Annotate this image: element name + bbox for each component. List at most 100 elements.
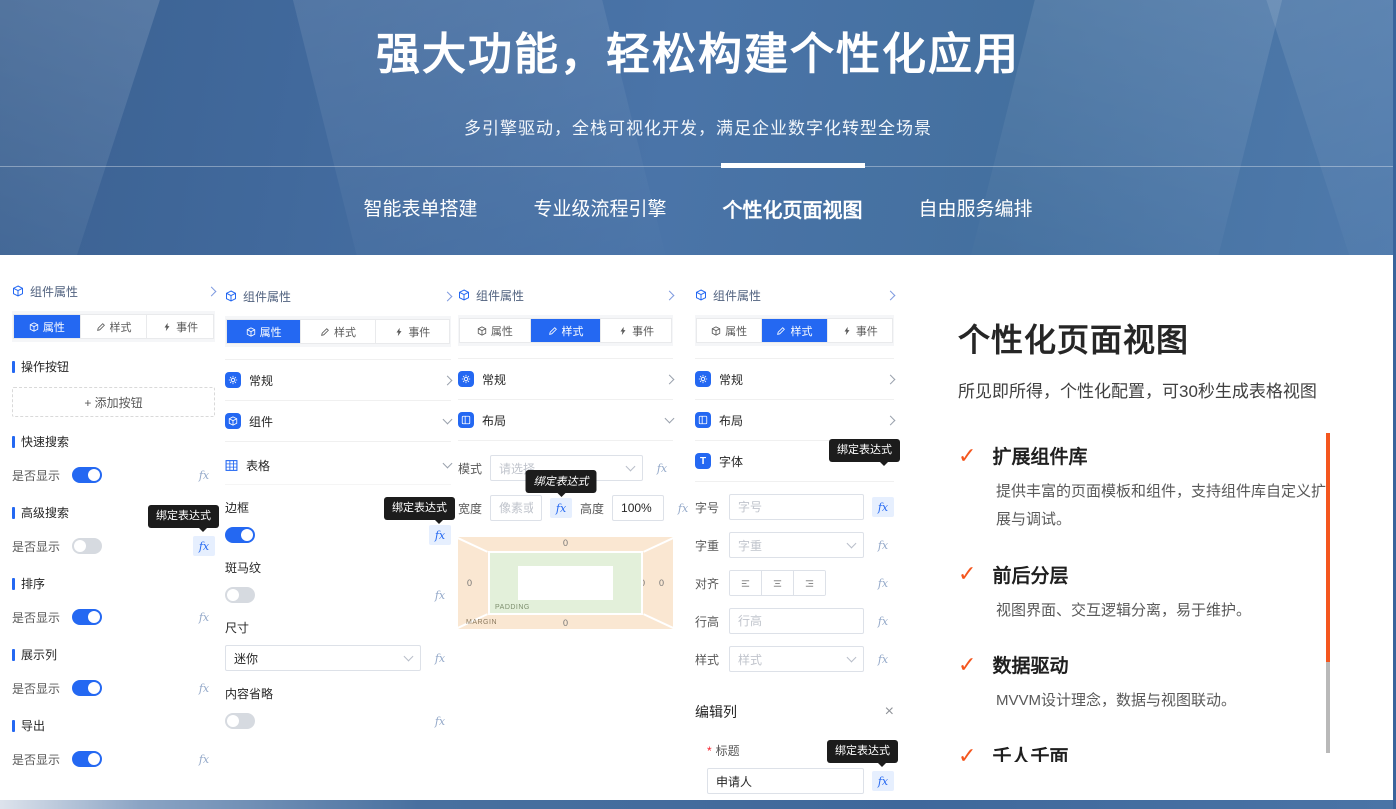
fx-label: fx bbox=[556, 502, 566, 515]
panel-header[interactable]: 组件属性 bbox=[225, 288, 451, 304]
font-weight-select[interactable]: 字重 bbox=[729, 532, 864, 558]
chevron-right-icon bbox=[207, 286, 217, 296]
group-general[interactable]: 常规 bbox=[225, 360, 451, 401]
fx-button[interactable]: fx bbox=[193, 749, 215, 769]
group-general[interactable]: 常规 bbox=[458, 359, 673, 400]
fx-button[interactable]: fx bbox=[193, 465, 215, 485]
fx-button[interactable]: fx bbox=[429, 648, 451, 668]
border-toggle[interactable] bbox=[225, 527, 255, 543]
panel-header[interactable]: 组件属性 bbox=[695, 287, 894, 303]
tab-style[interactable]: 样式 bbox=[531, 319, 602, 342]
tab-style[interactable]: 样式 bbox=[81, 315, 148, 338]
size-select-value: 迷你 bbox=[234, 650, 258, 667]
group-layout[interactable]: 布局 bbox=[458, 400, 673, 441]
tab-event[interactable]: 事件 bbox=[828, 319, 892, 342]
fx-button[interactable]: fx bbox=[193, 678, 215, 698]
group-layout[interactable]: 布局 bbox=[695, 400, 894, 441]
content-region bbox=[518, 566, 613, 600]
tab-event[interactable]: 事件 bbox=[601, 319, 671, 342]
scrollbar-thumb[interactable] bbox=[1326, 433, 1330, 662]
fx-button[interactable]: fx bbox=[872, 649, 894, 669]
style-select[interactable]: 样式 bbox=[729, 646, 864, 672]
group-font[interactable]: T 字体 绑定表达式 bbox=[695, 441, 894, 482]
tab-properties[interactable]: 属性 bbox=[14, 315, 81, 338]
fx-button[interactable]: fx bbox=[872, 535, 894, 555]
fx-button-active[interactable]: fx bbox=[872, 497, 894, 517]
ellipsis-toggle[interactable] bbox=[225, 713, 255, 729]
advanced-search-toggle[interactable] bbox=[72, 538, 102, 554]
columns-toggle[interactable] bbox=[72, 680, 102, 696]
fx-button[interactable]: fx bbox=[872, 573, 894, 593]
section-sort: 排序 bbox=[12, 575, 215, 592]
layout-icon bbox=[695, 412, 711, 428]
chevron-down-icon bbox=[626, 462, 636, 472]
diagonal-line bbox=[457, 537, 488, 553]
tab-smart-form[interactable]: 智能表单搭建 bbox=[361, 192, 479, 225]
tab-event[interactable]: 事件 bbox=[376, 320, 449, 343]
group-component[interactable]: 组件 bbox=[225, 401, 451, 442]
fx-button[interactable]: fx bbox=[872, 611, 894, 631]
tab-label: 事件 bbox=[632, 323, 654, 339]
margin-left-value[interactable]: 0 bbox=[467, 578, 472, 588]
font-weight-label: 字重 bbox=[695, 537, 721, 554]
font-weight-row: 字重 字重 fx bbox=[695, 532, 894, 558]
fx-button[interactable]: fx bbox=[429, 711, 451, 731]
fx-button[interactable]: fx bbox=[429, 585, 451, 605]
align-row: 对齐 fx bbox=[695, 570, 894, 596]
fx-button[interactable]: fx bbox=[193, 607, 215, 627]
height-input[interactable] bbox=[612, 495, 664, 521]
field-ellipsis: 内容省略 fx bbox=[225, 685, 451, 731]
tab-service-orchestration[interactable]: 自由服务编排 bbox=[917, 192, 1035, 225]
lightning-icon bbox=[618, 326, 628, 336]
list-item: ✓ 扩展组件库 提供丰富的页面模板和组件，支持组件库自定义扩展与调试。 bbox=[958, 442, 1330, 534]
stripe-toggle[interactable] bbox=[225, 587, 255, 603]
bind-expression-tooltip: 绑定表达式 bbox=[526, 470, 597, 493]
panel-header[interactable]: 组件属性 bbox=[12, 283, 215, 299]
fx-button[interactable]: fx bbox=[651, 458, 673, 478]
add-button[interactable]: + 添加按钮 bbox=[12, 387, 215, 417]
group-table[interactable]: 表格 bbox=[225, 446, 451, 485]
tab-page-view[interactable]: 个性化页面视图 bbox=[721, 192, 865, 225]
tab-style[interactable]: 样式 bbox=[762, 319, 827, 342]
line-height-input[interactable] bbox=[729, 608, 864, 634]
fx-button-active[interactable]: fx bbox=[429, 525, 451, 545]
size-select[interactable]: 迷你 bbox=[225, 645, 421, 671]
tab-properties[interactable]: 属性 bbox=[460, 319, 531, 342]
tab-event[interactable]: 事件 bbox=[147, 315, 213, 338]
margin-right-value[interactable]: 0 bbox=[659, 578, 664, 588]
close-icon[interactable]: × bbox=[885, 704, 894, 720]
lightning-icon bbox=[394, 327, 404, 337]
fx-button[interactable]: fx bbox=[672, 498, 694, 518]
table-icon bbox=[225, 459, 238, 472]
size-row: 宽度 绑定表达式 fx 高度 fx bbox=[458, 495, 673, 521]
title-input[interactable] bbox=[707, 768, 864, 794]
tab-style[interactable]: 样式 bbox=[301, 320, 375, 343]
fx-button-active[interactable]: fx bbox=[872, 771, 894, 791]
group-label: 常规 bbox=[719, 371, 743, 388]
tab-process-engine[interactable]: 专业级流程引擎 bbox=[531, 192, 668, 225]
export-toggle[interactable] bbox=[72, 751, 102, 767]
quick-search-toggle[interactable] bbox=[72, 467, 102, 483]
tab-properties[interactable]: 属性 bbox=[697, 319, 762, 342]
tab-properties[interactable]: 属性 bbox=[227, 320, 301, 343]
margin-top-value[interactable]: 0 bbox=[563, 538, 568, 548]
align-left-button[interactable] bbox=[730, 571, 762, 595]
scrollbar-track[interactable] bbox=[1326, 662, 1330, 753]
margin-bottom-value[interactable]: 0 bbox=[563, 618, 568, 628]
align-center-button[interactable] bbox=[762, 571, 794, 595]
feature-description: 个性化页面视图 所见即所得，个性化配置，可30秒生成表格视图 ✓ 扩展组件库 提… bbox=[958, 315, 1330, 762]
align-right-button[interactable] bbox=[794, 571, 825, 595]
width-input[interactable] bbox=[490, 495, 542, 521]
panel-header[interactable]: 组件属性 bbox=[458, 287, 673, 303]
fx-button-active[interactable]: fx bbox=[193, 536, 215, 556]
cube-icon bbox=[225, 413, 241, 429]
bind-expression-tooltip: 绑定表达式 bbox=[384, 497, 455, 520]
sort-toggle[interactable] bbox=[72, 609, 102, 625]
group-general[interactable]: 常规 bbox=[695, 359, 894, 400]
feature-item-desc: MVVM设计理念，数据与视图联动。 bbox=[996, 687, 1328, 715]
fx-button-active[interactable]: 绑定表达式 fx bbox=[550, 498, 572, 518]
feature-scrollbar[interactable] bbox=[1326, 433, 1330, 753]
hero-divider bbox=[0, 166, 1396, 167]
box-model-diagram: 0 0 0 0 0 0 0 0 MARGIN PADDING bbox=[458, 537, 673, 629]
font-size-input[interactable] bbox=[729, 494, 864, 520]
